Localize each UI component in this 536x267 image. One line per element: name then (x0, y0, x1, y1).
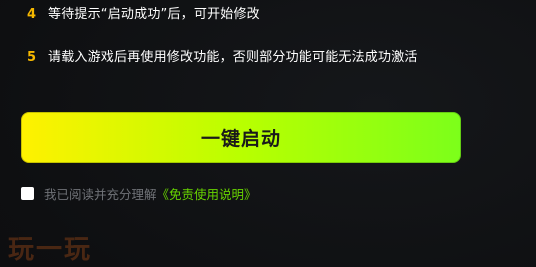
disclaimer-link[interactable]: 《免责使用说明》 (157, 184, 257, 203)
step-number: 4 (27, 6, 37, 22)
step-item-5: 5 请载入游戏后再使用修改功能，否则部分功能可能无法成功激活 (0, 46, 536, 68)
watermark-text: 玩一玩 (8, 234, 93, 265)
launch-button-label: 一键启动 (200, 128, 281, 150)
agreement-text: 我已阅读并充分理解 (44, 186, 157, 202)
step-item-4: 4 等待提示“启动成功”后，可开始修改 (0, 3, 536, 25)
step-text: 等待提示“启动成功”后，可开始修改 (48, 6, 260, 22)
agreement-checkbox[interactable] (21, 186, 34, 200)
watermark-logo: 玩一玩 (8, 230, 93, 265)
step-text: 请载入游戏后再使用修改功能，否则部分功能可能无法成功激活 (48, 49, 418, 65)
step-number: 5 (27, 49, 37, 65)
agreement-row: 我已阅读并充分理解 《免责使用说明》 (21, 184, 257, 202)
one-click-launch-button[interactable]: 一键启动 (21, 112, 461, 163)
